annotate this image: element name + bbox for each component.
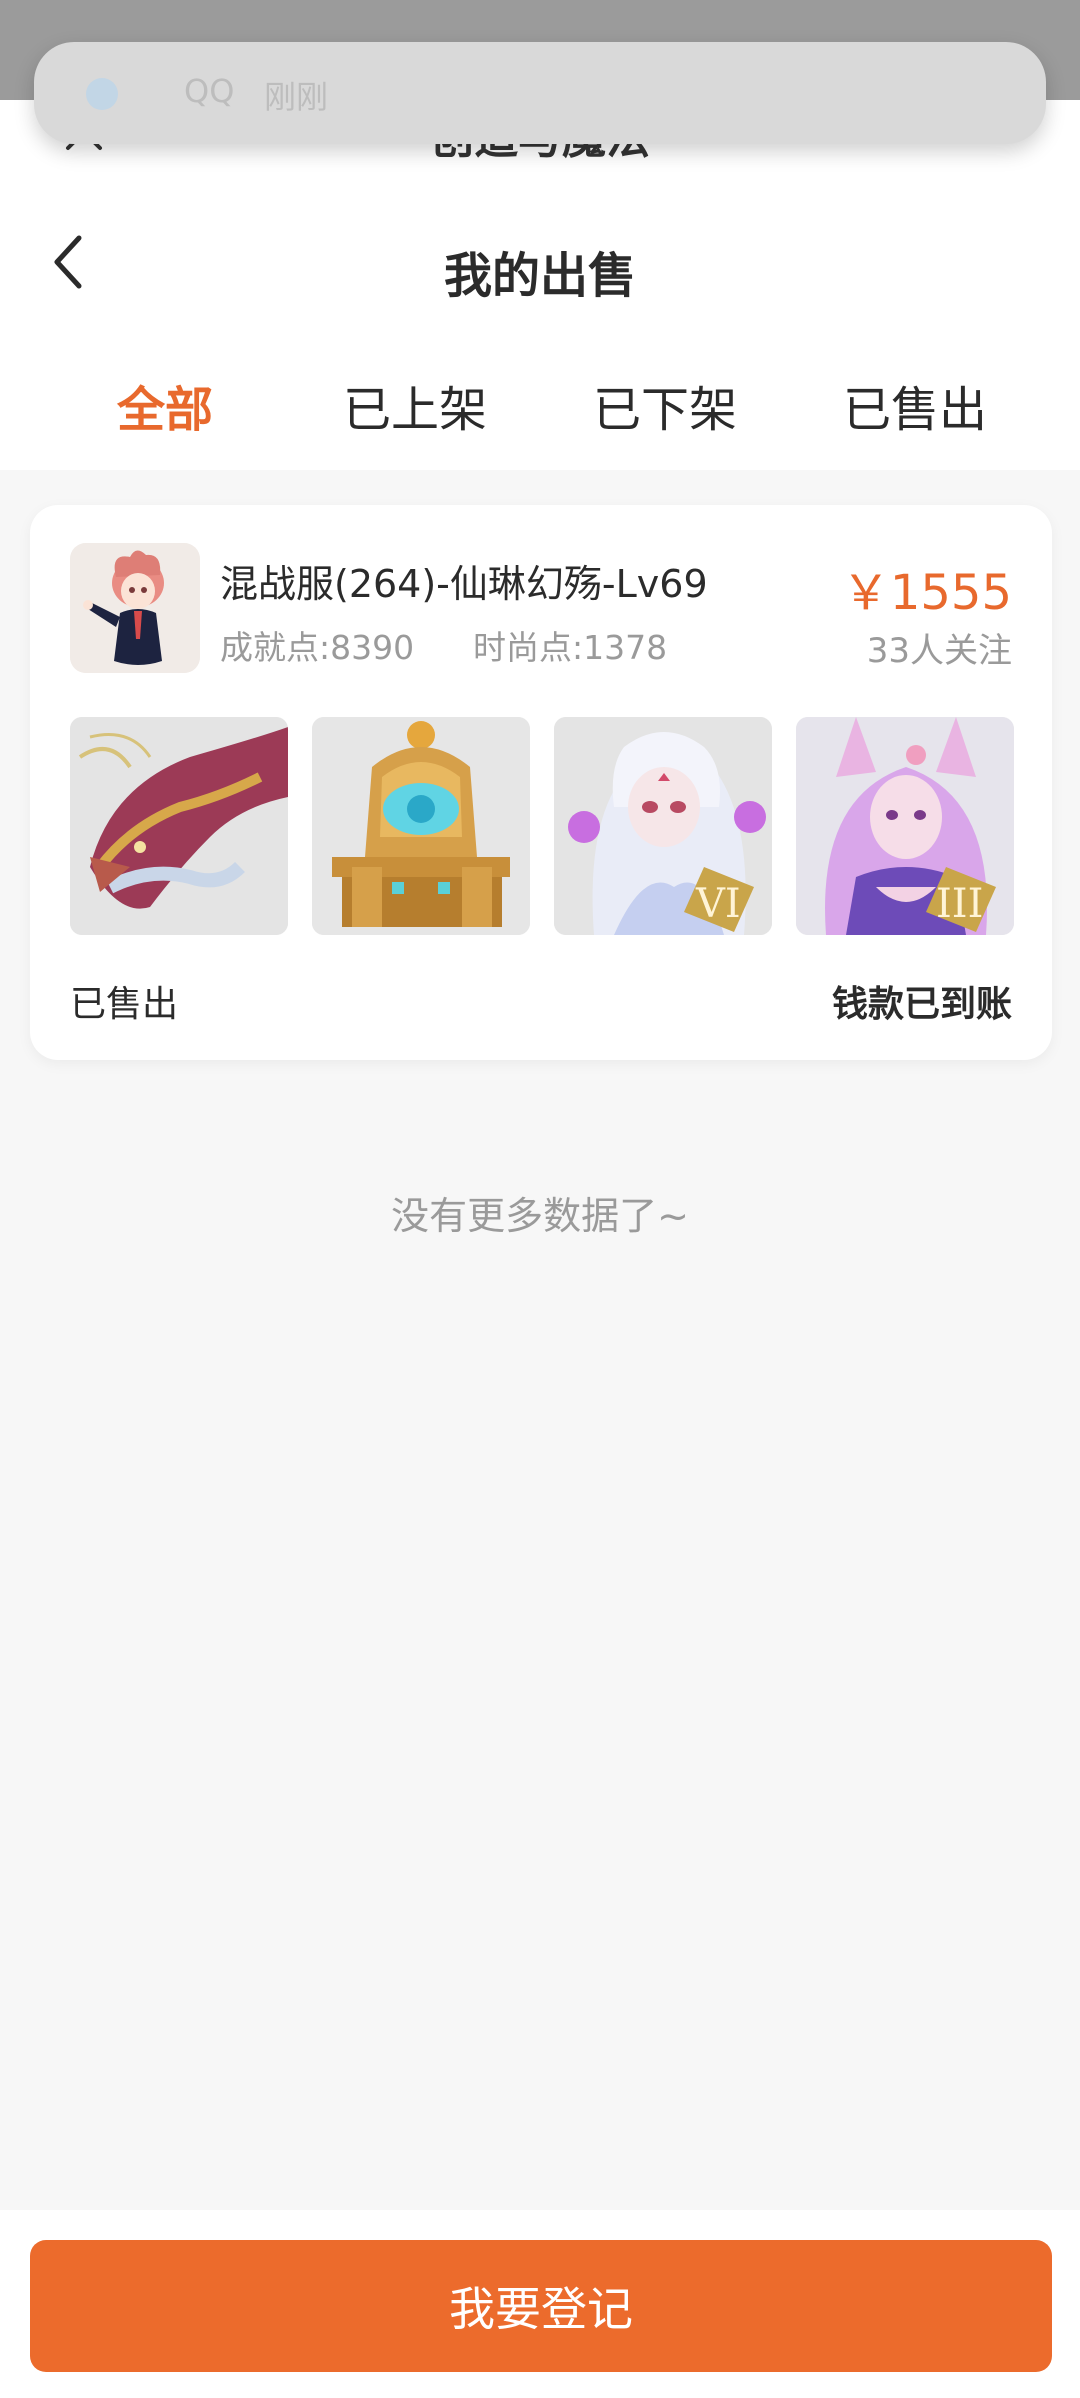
qq-app-icon	[86, 78, 118, 110]
status-tabs: 全部 已上架 已下架 已售出	[0, 370, 1080, 460]
tab-all[interactable]: 全部	[40, 370, 290, 440]
tab-listed[interactable]: 已上架	[290, 370, 540, 440]
golden-throne-image	[312, 717, 530, 935]
svg-text:III: III	[936, 881, 983, 927]
page-title: 我的出售	[443, 248, 636, 304]
notification-app-name: QQ	[184, 72, 235, 110]
character-avatar-image	[70, 543, 200, 673]
page-header: 我的出售 全部 已上架 已下架 已售出	[0, 170, 1080, 470]
listing-title: 混战服(264)-仙琳幻殇-Lv69	[220, 562, 708, 606]
bottom-bar: 我要登记	[0, 2210, 1080, 2398]
notification-time: 刚刚	[264, 78, 329, 116]
item-thumbnails: VI III	[70, 717, 1014, 935]
white-character-image: VI	[554, 717, 772, 935]
svg-text:VI: VI	[695, 881, 741, 927]
register-button[interactable]: 我要登记	[30, 2240, 1052, 2372]
notification-banner[interactable]: QQ 刚刚	[34, 42, 1046, 144]
thumbnail-item[interactable]: VI	[554, 717, 772, 935]
thumbnail-item[interactable]	[312, 717, 530, 935]
payment-status: 钱款已到账	[831, 984, 1012, 1025]
tab-delisted[interactable]: 已下架	[540, 370, 790, 440]
listing-price: ￥1555	[841, 565, 1012, 621]
tab-sold[interactable]: 已售出	[790, 370, 1040, 440]
thumbnail-item[interactable]	[70, 717, 288, 935]
listing-card[interactable]: 混战服(264)-仙琳幻殇-Lv69 成就点:8390 时尚点:1378 ￥15…	[30, 505, 1052, 1060]
no-more-data: 没有更多数据了~	[391, 1194, 689, 1238]
dragon-mount-image	[70, 717, 288, 935]
character-avatar	[70, 543, 200, 673]
achievement-points: 成就点:8390	[220, 628, 415, 667]
pink-fox-character-image: III	[796, 717, 1014, 935]
follower-count: 33人关注	[866, 631, 1012, 671]
thumbnail-item[interactable]: III	[796, 717, 1014, 935]
sale-status: 已售出	[70, 984, 179, 1025]
fashion-points: 时尚点:1378	[473, 628, 668, 667]
